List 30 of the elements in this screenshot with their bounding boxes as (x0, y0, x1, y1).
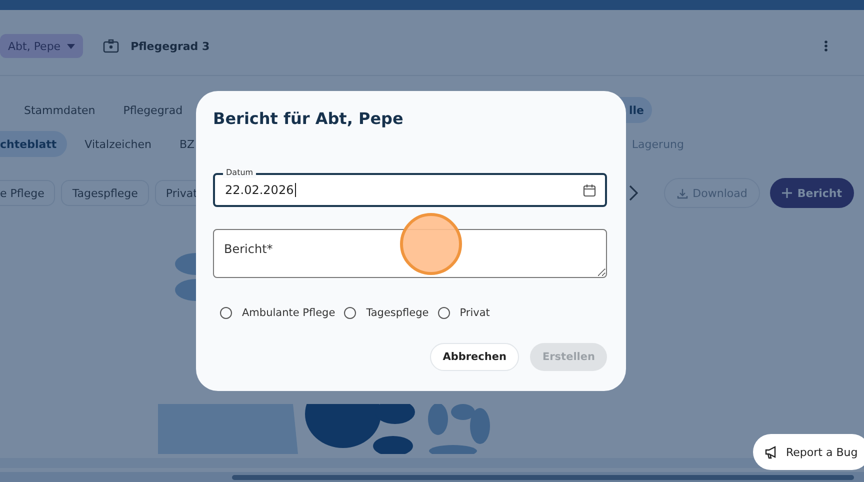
calendar-icon[interactable] (583, 184, 596, 196)
report-bug-button[interactable]: Report a Bug (753, 434, 864, 470)
id-card-icon (102, 39, 119, 53)
radio-button[interactable] (220, 307, 232, 319)
new-report-button[interactable]: Bericht (770, 178, 854, 208)
tab[interactable]: Stammdaten (14, 97, 106, 123)
radio-label: Privat (460, 307, 490, 319)
tab[interactable]: chteblatt (0, 131, 67, 157)
chevron-right-icon[interactable] (628, 185, 638, 201)
radio-button[interactable] (438, 307, 450, 319)
tab[interactable]: Pflegegrad (113, 97, 193, 123)
care-level-label: Pflegegrad 3 (130, 40, 210, 52)
radio-label: Ambulante Pflege (242, 307, 336, 319)
radio-button[interactable] (344, 307, 356, 319)
plus-icon (782, 188, 792, 198)
filter-chip[interactable]: e Pflege (0, 180, 56, 206)
filter-chip[interactable]: Tagespflege (61, 180, 149, 206)
tab[interactable]: BZ (169, 131, 205, 157)
patient-dropdown[interactable]: Abt, Pepe (0, 34, 83, 58)
download-icon (676, 188, 688, 198)
more-menu-icon[interactable] (824, 40, 828, 52)
paw-pad-drawing (174, 252, 196, 302)
radio-label: Tagespflege (366, 307, 429, 319)
field-label: Datum (223, 167, 256, 178)
dialog-title: Bericht für Abt, Pepe (213, 109, 404, 128)
cancel-button[interactable]: Abbrechen (430, 343, 520, 371)
date-value: 22.02.2026 (225, 183, 296, 197)
tab[interactable]: Vitalzeichen (74, 131, 162, 157)
caret-icon (66, 44, 75, 48)
scrollbar-thumb[interactable] (232, 475, 854, 480)
